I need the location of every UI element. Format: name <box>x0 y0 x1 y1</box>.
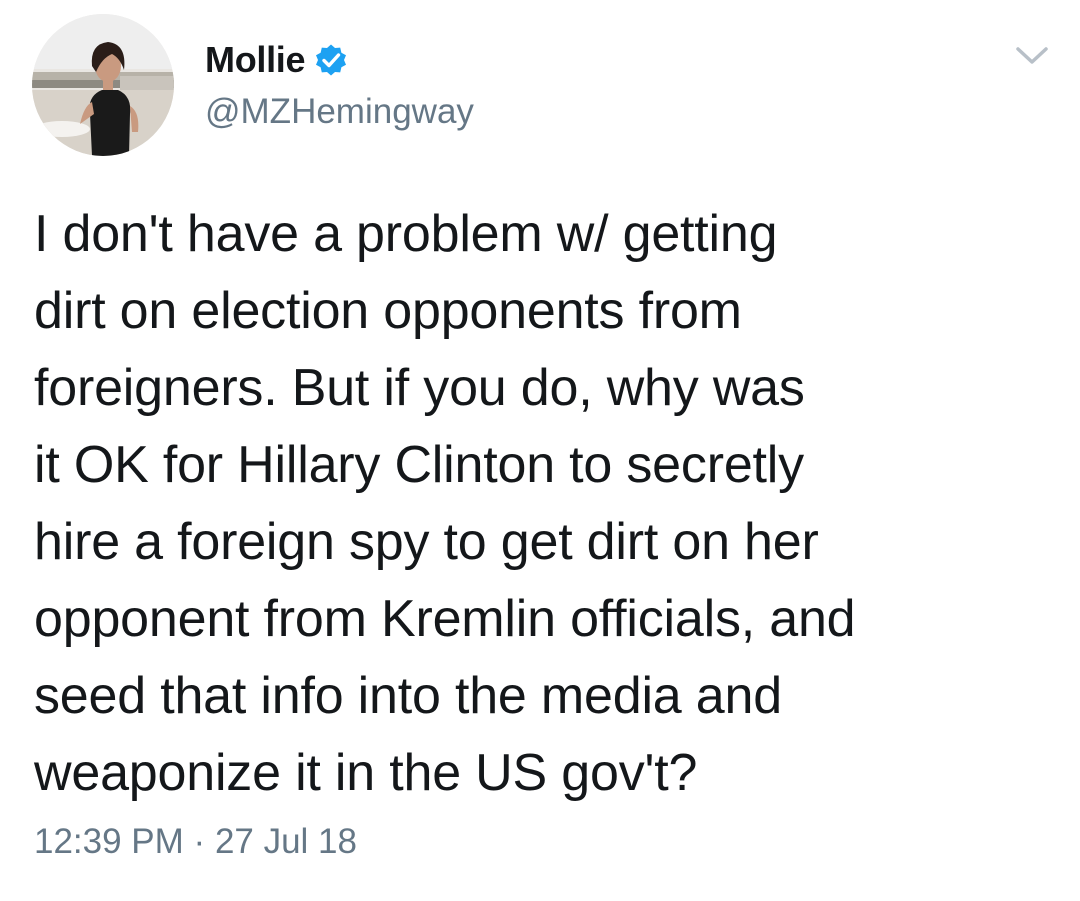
tweet-text: I don't have a problem w/ getting dirt o… <box>34 196 1044 812</box>
tweet-text-line: foreigners. But if you do, why was <box>34 359 805 417</box>
chevron-down-icon[interactable] <box>1012 40 1052 70</box>
tweet-text-line: hire a foreign spy to get dirt on her <box>34 513 819 571</box>
display-name[interactable]: Mollie <box>205 39 306 81</box>
tweet-card: Mollie @MZHemingway I don't have a probl… <box>0 0 1080 901</box>
tweet-text-line: opponent from Kremlin officials, and <box>34 590 856 648</box>
tweet-timestamp[interactable]: 12:39 PM · 27 Jul 18 <box>34 822 357 862</box>
tweet-date: 27 Jul 18 <box>214 822 357 861</box>
tweet-text-line: weaponize it in the US gov't? <box>34 744 698 802</box>
timestamp-separator: · <box>193 822 206 861</box>
tweet-text-line: I don't have a problem w/ getting <box>34 205 778 263</box>
tweet-time: 12:39 PM <box>34 822 184 861</box>
tweet-text-line: seed that info into the media and <box>34 667 782 725</box>
tweet-text-line: it OK for Hillary Clinton to secretly <box>34 436 804 494</box>
profile-photo-icon <box>32 14 174 156</box>
author-handle[interactable]: @MZHemingway <box>205 92 474 132</box>
tweet-text-line: dirt on election opponents from <box>34 282 742 340</box>
verified-badge-icon <box>313 42 349 78</box>
author-row: Mollie <box>205 38 349 82</box>
avatar[interactable] <box>32 14 174 156</box>
